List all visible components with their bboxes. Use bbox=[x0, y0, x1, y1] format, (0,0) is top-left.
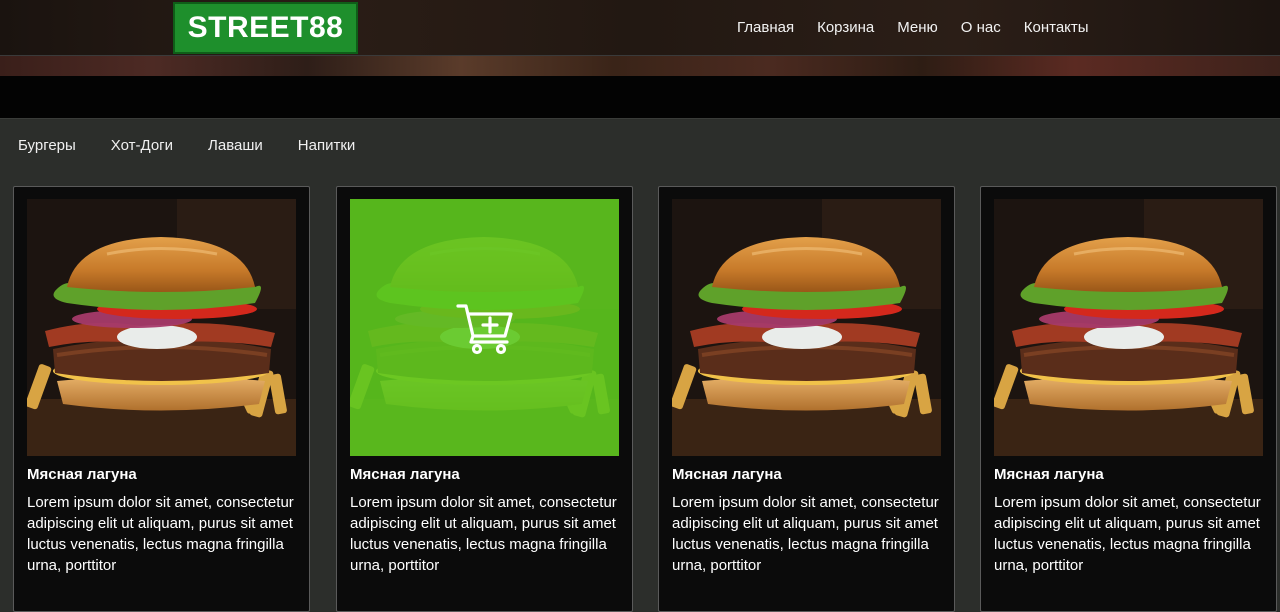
nav-link-home[interactable]: Главная bbox=[737, 18, 794, 38]
product-title: Мясная лагуна bbox=[27, 466, 137, 483]
nav-link-contacts[interactable]: Контакты bbox=[1024, 18, 1089, 38]
nav-link-about[interactable]: О нас bbox=[961, 18, 1001, 38]
product-description: Lorem ipsum dolor sit amet, consectetur … bbox=[672, 494, 939, 574]
add-to-cart-overlay[interactable] bbox=[350, 199, 619, 456]
site-logo[interactable]: STREET88 bbox=[173, 2, 358, 54]
category-burgers[interactable]: Бургеры bbox=[18, 137, 76, 155]
product-card[interactable]: Мясная лагуна Lorem ipsum dolor sit amet… bbox=[658, 186, 955, 612]
product-card[interactable]: Мясная лагуна Lorem ipsum dolor sit amet… bbox=[980, 186, 1277, 612]
hero-dark-band bbox=[0, 76, 1280, 118]
product-description: Lorem ipsum dolor sit amet, consectetur … bbox=[27, 494, 294, 574]
category-lavash[interactable]: Лаваши bbox=[208, 137, 263, 155]
nav-link-menu[interactable]: Меню bbox=[897, 18, 938, 38]
product-card[interactable]: Мясная лагуна Lorem ipsum dolor sit amet… bbox=[336, 186, 633, 612]
product-image[interactable] bbox=[994, 199, 1263, 456]
burger-photo bbox=[994, 199, 1263, 456]
burger-photo bbox=[27, 199, 296, 456]
product-description: Lorem ipsum dolor sit amet, consectetur … bbox=[994, 494, 1261, 574]
category-hotdogs[interactable]: Хот-Доги bbox=[111, 137, 173, 155]
burger-photo bbox=[672, 199, 941, 456]
product-card[interactable]: Мясная лагуна Lorem ipsum dolor sit amet… bbox=[13, 186, 310, 612]
top-nav: Главная Корзина Меню О нас Контакты bbox=[737, 18, 1112, 38]
add-to-cart-icon[interactable] bbox=[455, 300, 515, 356]
category-bar: Бургеры Хот-Доги Лаваши Напитки bbox=[0, 118, 1280, 172]
product-image[interactable] bbox=[672, 199, 941, 456]
nav-link-cart[interactable]: Корзина bbox=[817, 18, 874, 38]
category-drinks[interactable]: Напитки bbox=[298, 137, 356, 155]
site-header: STREET88 Главная Корзина Меню О нас Конт… bbox=[0, 0, 1280, 56]
product-description: Lorem ipsum dolor sit amet, consectetur … bbox=[350, 494, 617, 574]
hero-banner-strip bbox=[0, 56, 1280, 76]
product-image[interactable] bbox=[27, 199, 296, 456]
product-title: Мясная лагуна bbox=[350, 466, 460, 483]
product-image[interactable] bbox=[350, 199, 619, 456]
product-title: Мясная лагуна bbox=[672, 466, 782, 483]
product-title: Мясная лагуна bbox=[994, 466, 1104, 483]
